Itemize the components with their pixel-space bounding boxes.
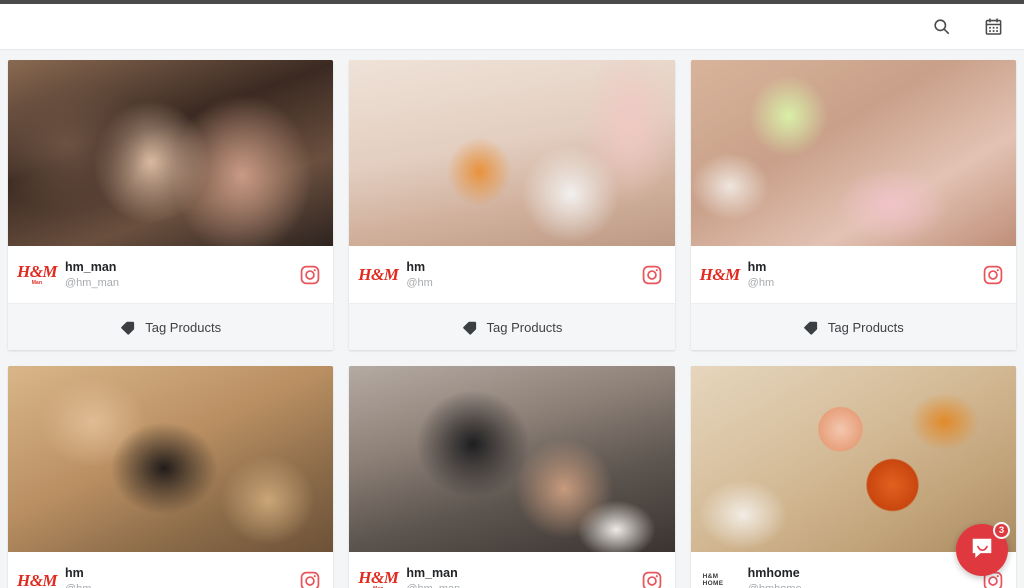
avatar-logo-text: H&M [358, 264, 399, 284]
account-handle: @hm [65, 583, 288, 588]
chat-bubble-icon [969, 535, 995, 566]
header-actions [928, 14, 1006, 40]
post-card[interactable]: H&M Man hm_man @hm_man [349, 366, 675, 588]
avatar-logo-text: H&M [358, 568, 399, 587]
search-icon[interactable] [928, 14, 954, 40]
instagram-icon[interactable] [299, 264, 321, 286]
account-name: hm [65, 566, 84, 580]
avatar-logo-text: H&M [16, 570, 58, 588]
tag-icon [462, 319, 478, 335]
account-row: H&M Man hm_man @hm_man [8, 246, 334, 303]
avatar: H&M [358, 260, 399, 290]
post-grid: H&M Man hm_man @hm_man Tag Products H&M … [8, 60, 1016, 588]
app-header [0, 4, 1024, 50]
account-row: H&M hm @hm [8, 552, 334, 588]
post-card[interactable]: H&M hm @hm [690, 60, 1016, 350]
post-image[interactable] [690, 366, 1016, 552]
account-handle: @hm [747, 277, 775, 289]
account-names: hm_man @hm_man [406, 566, 629, 588]
avatar-logo-text: H&M [16, 262, 58, 281]
tag-icon [803, 319, 819, 335]
account-row: H&M Man hm_man @hm_man [349, 552, 675, 588]
tag-icon [120, 319, 136, 335]
post-card[interactable]: H&M hm @hm [8, 366, 334, 588]
post-grid-container: H&M Man hm_man @hm_man Tag Products H&M … [0, 50, 1024, 588]
avatar-logo-text: H&M HOME [702, 573, 724, 587]
account-handle: @hm [406, 277, 433, 289]
post-card[interactable]: H&M Man hm_man @hm_man [8, 60, 334, 350]
account-handle: @hmhome [748, 583, 971, 588]
instagram-icon[interactable] [982, 264, 1004, 286]
tag-products-button[interactable]: Tag Products [690, 303, 1016, 350]
chat-launcher-button[interactable]: 3 [956, 522, 1010, 576]
account-name: hm_man [65, 260, 117, 274]
account-names: hm @hm [65, 566, 288, 588]
avatar-logo-text: H&M [699, 264, 741, 284]
tag-products-button[interactable]: Tag Products [8, 303, 334, 350]
account-handle: @hm_man [406, 583, 629, 588]
tag-products-label: Tag Products [145, 319, 222, 335]
post-image[interactable] [8, 366, 334, 552]
account-name: hm [747, 260, 767, 274]
chat-unread-badge: 3 [993, 522, 1010, 539]
post-image[interactable] [8, 60, 334, 246]
account-name: hmhome [747, 566, 800, 580]
post-image[interactable] [349, 60, 675, 246]
account-names: hm @hm [406, 260, 629, 289]
tag-products-label: Tag Products [486, 319, 563, 335]
calendar-icon[interactable] [980, 14, 1006, 40]
post-image[interactable] [690, 60, 1016, 246]
avatar: H&M [16, 566, 58, 588]
avatar-logo-sub: Man [31, 280, 43, 286]
post-card[interactable]: H&M hm @hm [349, 60, 675, 350]
account-name: hm_man [406, 566, 458, 580]
avatar: H&M Man [16, 260, 58, 290]
avatar: H&M HOME [703, 566, 737, 588]
avatar: H&M [699, 260, 741, 290]
account-row: H&M hm @hm [349, 246, 675, 303]
account-names: hmhome @hmhome [748, 566, 971, 588]
account-row: H&M hm @hm [690, 246, 1016, 303]
account-handle: @hm_man [65, 277, 119, 289]
tag-products-label: Tag Products [827, 319, 904, 335]
account-names: hm @hm [748, 260, 971, 289]
avatar: H&M Man [358, 566, 399, 588]
post-image[interactable] [349, 366, 675, 552]
account-name: hm [406, 260, 426, 274]
tag-products-button[interactable]: Tag Products [349, 303, 675, 350]
instagram-icon[interactable] [641, 570, 663, 588]
account-names: hm_man @hm_man [65, 260, 288, 289]
instagram-icon[interactable] [299, 570, 321, 588]
instagram-icon[interactable] [641, 264, 663, 286]
